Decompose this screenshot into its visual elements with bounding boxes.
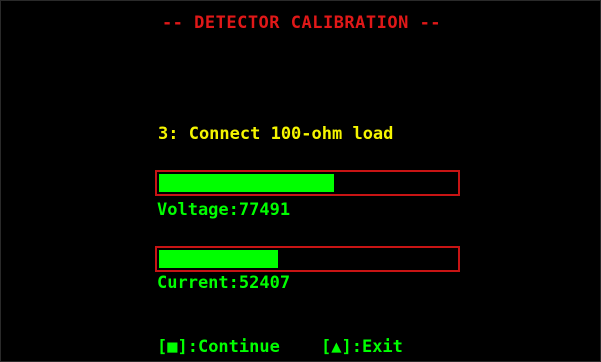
voltage-bar-fill bbox=[159, 174, 334, 192]
voltage-value: 77491 bbox=[238, 200, 291, 220]
exit-label: :Exit bbox=[351, 337, 403, 357]
continue-hint[interactable]: [■]:Continue bbox=[157, 337, 280, 357]
current-readout: Current:52407 bbox=[157, 273, 290, 293]
current-bar-fill bbox=[159, 250, 278, 268]
step-instruction: 3: Connect 100-ohm load bbox=[158, 124, 394, 144]
exit-hint[interactable]: [▲]:Exit bbox=[321, 337, 403, 357]
current-separator: : bbox=[228, 273, 239, 293]
calibration-screen: -- DETECTOR CALIBRATION -- 3: Connect 10… bbox=[0, 0, 601, 362]
continue-label: :Continue bbox=[187, 337, 280, 357]
current-label: Current bbox=[157, 273, 229, 293]
voltage-label: Voltage bbox=[157, 200, 229, 220]
current-value: 52407 bbox=[238, 273, 291, 293]
square-key-icon: [■] bbox=[157, 337, 188, 357]
voltage-separator: : bbox=[228, 200, 239, 220]
triangle-up-key-icon: [▲] bbox=[321, 337, 352, 357]
voltage-readout: Voltage:77491 bbox=[157, 200, 290, 220]
current-bar bbox=[155, 246, 460, 272]
voltage-bar bbox=[155, 170, 460, 196]
screen-title: -- DETECTOR CALIBRATION -- bbox=[161, 13, 442, 33]
